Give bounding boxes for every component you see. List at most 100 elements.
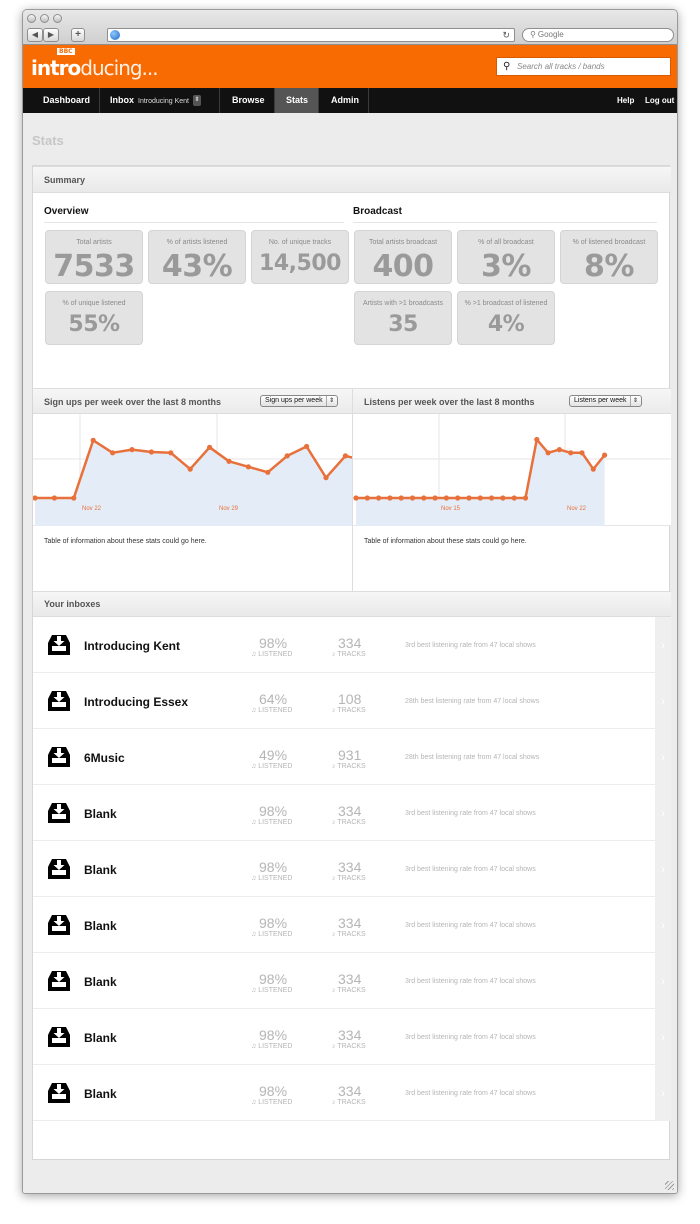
- inbox-row[interactable]: Introducing Essex 64% ♫ LISTENED 108 ♪ TRACK…: [33, 673, 671, 729]
- music-note-icon: ♪: [332, 651, 336, 658]
- inbox-name[interactable]: Blank: [84, 863, 117, 877]
- tracks-label: TRACKS: [337, 763, 366, 770]
- music-note-icon: ♪: [332, 1043, 336, 1050]
- inbox-name[interactable]: Blank: [84, 1087, 117, 1101]
- overview-heading: Overview: [44, 206, 89, 217]
- data-point: [342, 453, 348, 459]
- chevron-right-icon[interactable]: ›: [655, 617, 671, 673]
- logo-main: intro: [31, 56, 81, 80]
- inbox-name[interactable]: Blank: [84, 807, 117, 821]
- nav-stats[interactable]: Stats: [275, 88, 319, 113]
- stat-unique-tracks: No. of unique tracks 14,500: [251, 230, 349, 284]
- browser-search-field[interactable]: ⚲ Google: [522, 28, 674, 42]
- inbox-row[interactable]: Blank 98% ♫ LISTENED 334 ♪ TRACKS 3rd best li…: [33, 1009, 671, 1065]
- listened-label: LISTENED: [258, 987, 293, 994]
- magnifier-icon: ⚲: [503, 61, 511, 72]
- select-arrows-icon: ⇕: [629, 396, 641, 406]
- site-logo[interactable]: introducing... BBC: [31, 48, 159, 80]
- data-point: [110, 450, 116, 456]
- stat-value: 400: [372, 249, 434, 284]
- stat-label: Total artists: [76, 239, 112, 246]
- inbox-name[interactable]: 6Music: [84, 751, 125, 765]
- chevron-right-icon[interactable]: ›: [655, 1065, 671, 1121]
- tracks-label: TRACKS: [337, 987, 366, 994]
- signups-chart: Nov 22 Nov 29: [33, 414, 353, 526]
- tracks-caption: ♪ TRACKS: [332, 651, 366, 658]
- inbox-row[interactable]: Blank 98% ♫ LISTENED 334 ♪ TRACKS 3rd best li…: [33, 841, 671, 897]
- listened-percent: 98%: [259, 915, 288, 931]
- headphones-icon: ♫: [251, 1099, 257, 1106]
- x-tick-label: Nov 29: [219, 506, 239, 512]
- stat-value: 43%: [161, 249, 233, 284]
- nav-admin[interactable]: Admin: [319, 88, 369, 113]
- inbox-row[interactable]: Blank 98% ♫ LISTENED 334 ♪ TRACKS 3rd best li…: [33, 1065, 671, 1121]
- minimize-window-button[interactable]: [40, 14, 49, 23]
- stat-value: 14,500: [259, 251, 341, 276]
- add-bookmark-button[interactable]: +: [71, 28, 85, 42]
- back-button[interactable]: ◀: [27, 28, 43, 42]
- inbox-name[interactable]: Introducing Kent: [84, 639, 180, 653]
- tracks-label: TRACKS: [337, 1043, 366, 1050]
- listened-percent: 49%: [259, 747, 288, 763]
- inbox-select-icon[interactable]: ⇕: [192, 95, 201, 107]
- music-note-icon: ♪: [332, 819, 336, 826]
- data-point: [71, 495, 77, 501]
- reload-icon[interactable]: ↻: [502, 29, 510, 41]
- inbox-name[interactable]: Blank: [84, 975, 117, 989]
- chevron-right-icon[interactable]: ›: [655, 729, 671, 785]
- chevron-right-icon[interactable]: ›: [655, 841, 671, 897]
- inbox-row[interactable]: Blank 98% ♫ LISTENED 334 ♪ TRACKS 3rd best li…: [33, 785, 671, 841]
- resize-grip-icon[interactable]: [665, 1181, 674, 1190]
- stat-label: % of listened broadcast: [572, 239, 646, 246]
- summary-heading: Summary: [33, 166, 671, 193]
- stat-label: % of all broadcast: [478, 239, 534, 246]
- inbox-name[interactable]: Blank: [84, 919, 117, 933]
- chevron-right-icon[interactable]: ›: [655, 673, 671, 729]
- data-point: [466, 495, 472, 501]
- music-note-icon: ♪: [332, 875, 336, 882]
- inbox-row[interactable]: Blank 98% ♫ LISTENED 334 ♪ TRACKS 3rd best li…: [33, 953, 671, 1009]
- site-search-input[interactable]: ⚲ Search all tracks / bands: [496, 57, 671, 76]
- logo-tail: ducing...: [80, 56, 158, 80]
- listening-rate-text: 3rd best listening rate from 47 local sh…: [405, 1090, 536, 1097]
- site-header: introducing... BBC ⚲ Search all tracks /…: [23, 45, 677, 88]
- chevron-right-icon[interactable]: ›: [655, 953, 671, 1009]
- address-bar[interactable]: ↻: [107, 28, 515, 42]
- inbox-selected-label: Introducing Kent: [138, 98, 189, 105]
- zoom-window-button[interactable]: [53, 14, 62, 23]
- nav-inbox[interactable]: Inbox Introducing Kent ⇕: [100, 88, 220, 113]
- stat-label: No. of unique tracks: [268, 239, 332, 246]
- inbox-row[interactable]: 6Music 49% ♫ LISTENED 931 ♪ TRACKS 28th best …: [33, 729, 671, 785]
- tracks-label: TRACKS: [337, 1099, 366, 1106]
- x-tick-label: Nov 15: [441, 506, 461, 512]
- listening-rate-text: 3rd best listening rate from 47 local sh…: [405, 642, 536, 649]
- tracks-label: TRACKS: [337, 651, 366, 658]
- nav-browse[interactable]: Browse: [220, 88, 275, 113]
- chevron-right-icon[interactable]: ›: [655, 1009, 671, 1065]
- inbox-name[interactable]: Blank: [84, 1031, 117, 1045]
- inbox-row[interactable]: Blank 98% ♫ LISTENED 334 ♪ TRACKS 3rd best li…: [33, 897, 671, 953]
- inbox-row[interactable]: Introducing Kent 98% ♫ LISTENED 334 ♪ TRACKS…: [33, 617, 671, 673]
- listens-period-select[interactable]: Listens per week ⇕: [569, 395, 642, 407]
- stat-label: % >1 broadcast of listened: [464, 300, 548, 307]
- site-search-placeholder: Search all tracks / bands: [517, 62, 605, 71]
- chevron-right-icon[interactable]: ›: [655, 897, 671, 953]
- chevron-right-icon[interactable]: ›: [655, 785, 671, 841]
- track-count: 108: [338, 691, 362, 707]
- nav-dashboard[interactable]: Dashboard: [23, 88, 100, 113]
- music-note-icon: ♪: [332, 763, 336, 770]
- signups-period-select[interactable]: Sign ups per week ⇕: [260, 395, 338, 407]
- bbc-badge: BBC: [57, 48, 75, 55]
- data-point: [602, 452, 608, 458]
- data-point: [245, 464, 251, 470]
- close-window-button[interactable]: [27, 14, 36, 23]
- forward-button[interactable]: ▶: [43, 28, 59, 42]
- nav-logout[interactable]: Log out: [645, 88, 674, 113]
- track-count: 334: [338, 915, 362, 931]
- inbox-name[interactable]: Introducing Essex: [84, 695, 188, 709]
- listened-percent: 64%: [259, 691, 288, 707]
- listening-rate-text: 3rd best listening rate from 47 local sh…: [405, 866, 536, 873]
- nav-help[interactable]: Help: [617, 88, 634, 113]
- tracks-caption: ♪ TRACKS: [332, 763, 366, 770]
- listened-percent: 98%: [259, 803, 288, 819]
